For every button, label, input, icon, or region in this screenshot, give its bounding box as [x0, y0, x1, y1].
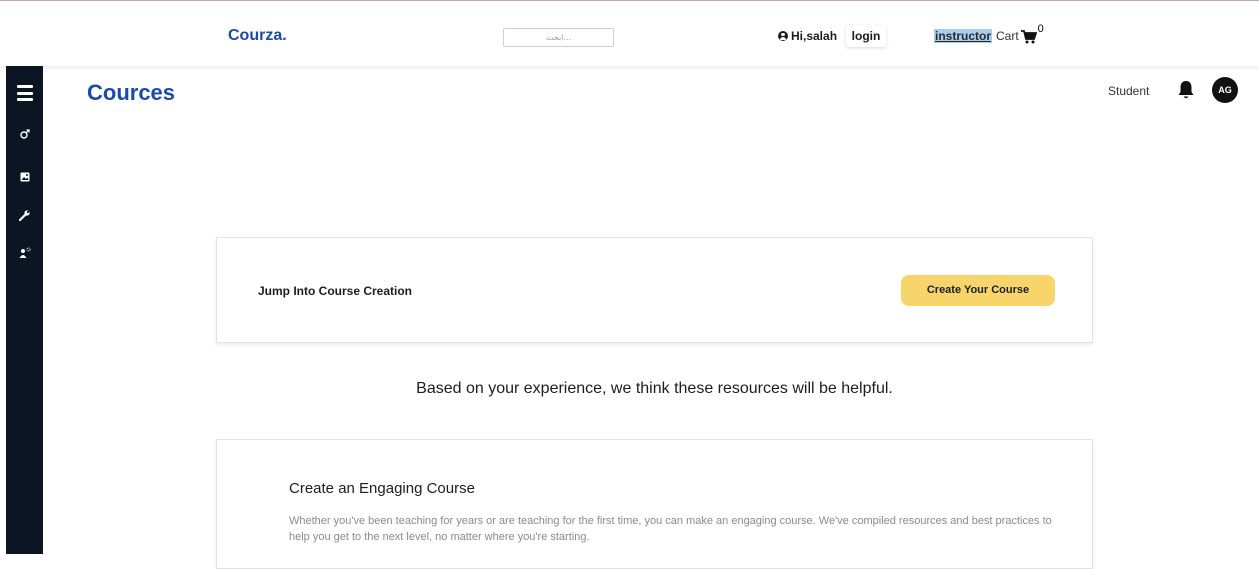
cart-icon — [1020, 30, 1037, 44]
role-label[interactable]: Student — [1108, 84, 1149, 98]
greeting-text: Hi,salah — [791, 29, 838, 43]
user-gear-icon[interactable] — [6, 246, 43, 260]
cart-count: 0 — [1037, 23, 1044, 35]
brand-logo[interactable]: Courza. — [228, 27, 287, 45]
search-input[interactable]: ابحث... — [503, 28, 614, 47]
image-icon[interactable] — [6, 171, 43, 183]
login-button[interactable]: login — [846, 25, 886, 47]
course-creation-card: Jump Into Course Creation Create Your Co… — [216, 237, 1093, 343]
wrench-icon[interactable] — [6, 208, 43, 222]
resource-card-title[interactable]: Create an Engaging Course — [289, 480, 475, 497]
cart-link[interactable]: Cart 0 — [996, 23, 1044, 44]
top-navbar: Courza. ابحث... Hi,salah login instructo… — [0, 1, 1259, 66]
bell-icon[interactable] — [1177, 80, 1195, 100]
avatar[interactable]: AG — [1212, 77, 1238, 103]
creation-card-text: Jump Into Course Creation — [258, 284, 413, 298]
user-greeting[interactable]: Hi,salah — [778, 29, 837, 43]
create-course-button[interactable]: Create Your Course — [901, 275, 1055, 306]
user-circle-icon — [778, 31, 788, 41]
cart-label: Cart — [996, 29, 1019, 43]
page-title: Cources — [87, 80, 176, 105]
sidebar — [6, 66, 43, 554]
menu-icon[interactable] — [6, 84, 43, 102]
resource-card-description: Whether you've been teaching for years o… — [289, 515, 1052, 543]
gender-icon[interactable] — [6, 128, 43, 140]
instructor-link[interactable]: instructor — [934, 29, 993, 43]
resources-heading: Based on your experience, we think these… — [416, 380, 893, 397]
resource-card[interactable]: Create an Engaging Course Whether you've… — [216, 439, 1093, 569]
